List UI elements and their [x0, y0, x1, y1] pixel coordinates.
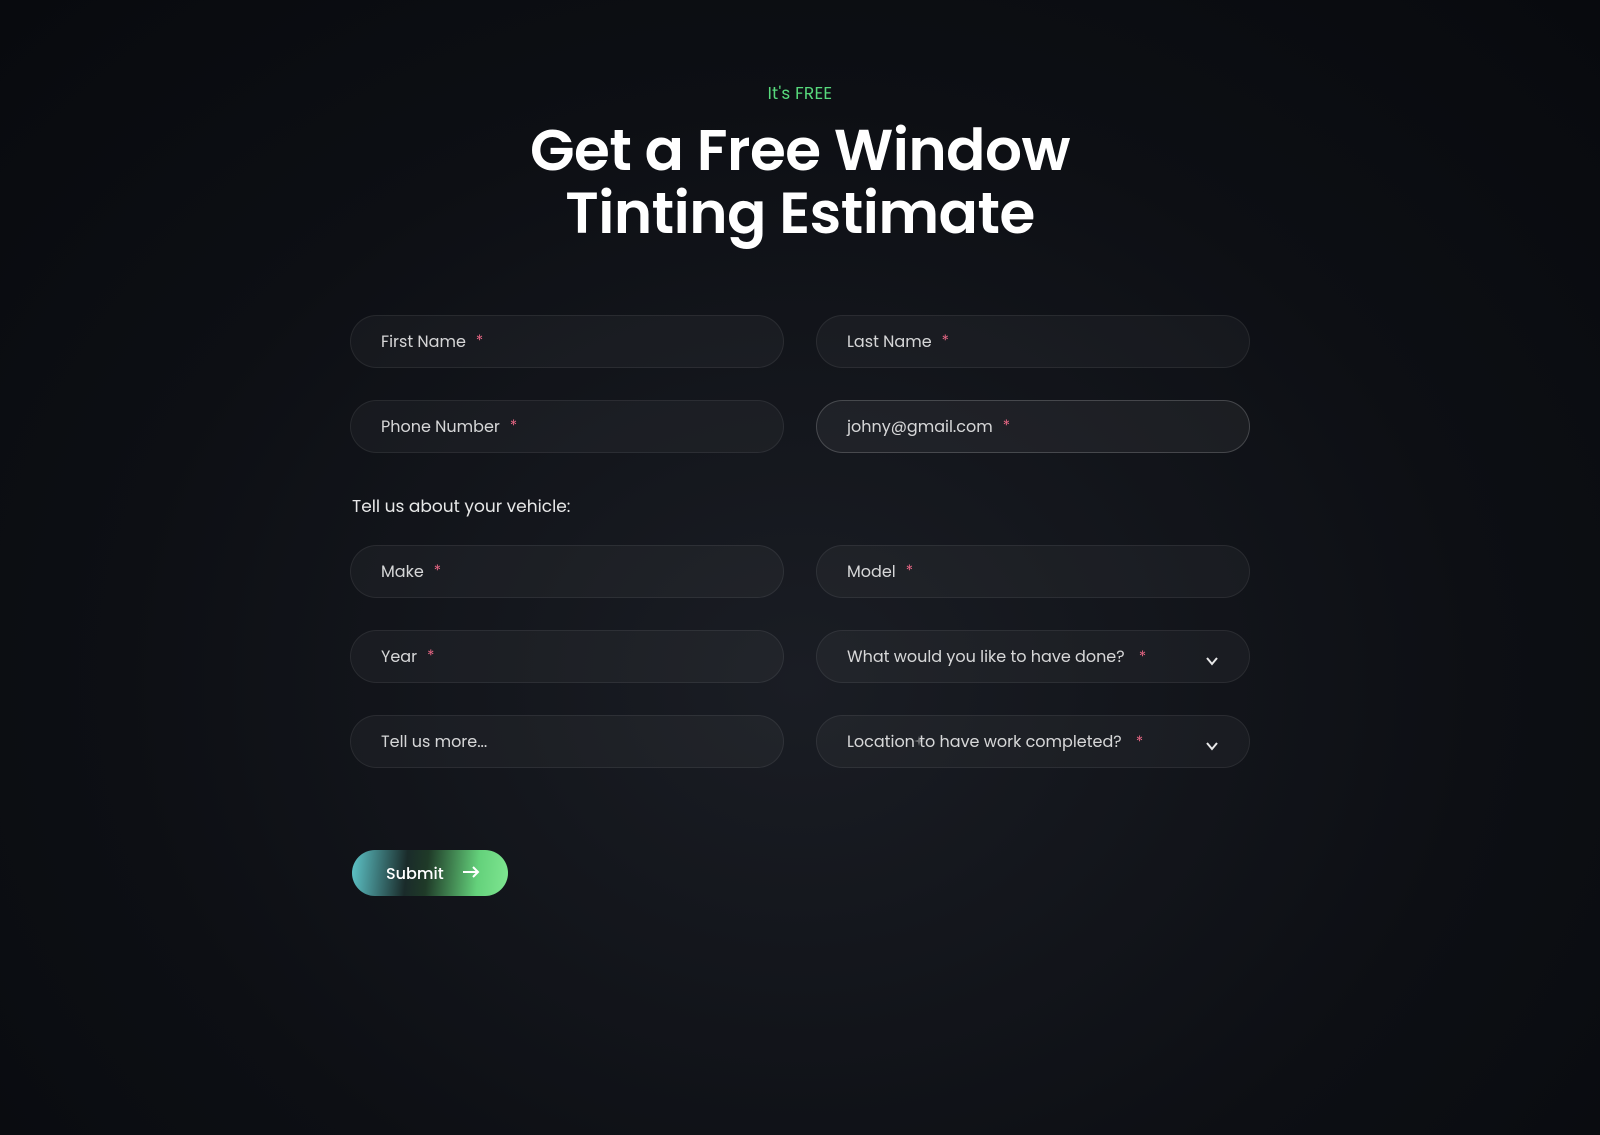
- location-placeholder: Location to have work completed?: [847, 730, 1122, 753]
- chevron-down-icon: [1205, 650, 1219, 664]
- required-marker: *: [942, 330, 949, 353]
- service-select[interactable]: What would you like to have done? *: [816, 630, 1250, 683]
- required-marker: *: [906, 560, 913, 583]
- email-placeholder: johny@gmail.com: [847, 414, 993, 439]
- make-placeholder: Make: [381, 559, 424, 584]
- year-placeholder: Year: [381, 644, 417, 669]
- location-select[interactable]: Location to have work completed? *: [816, 715, 1250, 768]
- required-marker: *: [434, 560, 441, 583]
- notes-placeholder: Tell us more...: [381, 729, 487, 754]
- model-placeholder: Model: [847, 559, 896, 584]
- required-marker: *: [1139, 647, 1146, 668]
- year-field[interactable]: Year *: [350, 630, 784, 683]
- first-name-field[interactable]: First Name *: [350, 315, 784, 368]
- arrow-right-icon: [462, 861, 480, 886]
- first-name-placeholder: First Name: [381, 329, 466, 354]
- required-marker: *: [427, 645, 434, 668]
- submit-button[interactable]: Submit: [352, 850, 508, 896]
- last-name-field[interactable]: Last Name *: [816, 315, 1250, 368]
- email-field[interactable]: johny@gmail.com *: [816, 400, 1250, 453]
- submit-label: Submit: [386, 861, 444, 886]
- notes-field[interactable]: Tell us more...: [350, 715, 784, 768]
- required-marker: *: [476, 330, 483, 353]
- eyebrow-text: It's FREE: [768, 80, 833, 106]
- last-name-placeholder: Last Name: [847, 329, 932, 354]
- service-placeholder: What would you like to have done?: [847, 645, 1125, 668]
- phone-placeholder: Phone Number: [381, 414, 500, 439]
- chevron-down-icon: [1205, 735, 1219, 749]
- required-marker: *: [510, 415, 517, 438]
- required-marker: *: [1136, 732, 1143, 753]
- phone-field[interactable]: Phone Number *: [350, 400, 784, 453]
- required-marker: *: [1003, 415, 1010, 438]
- vehicle-section-label: Tell us about your vehicle:: [350, 493, 1250, 519]
- estimate-form: First Name * Last Name * Phone Number * …: [350, 315, 1250, 896]
- make-field[interactable]: Make *: [350, 545, 784, 598]
- page-headline: Get a Free Window Tinting Estimate: [450, 120, 1150, 245]
- model-field[interactable]: Model *: [816, 545, 1250, 598]
